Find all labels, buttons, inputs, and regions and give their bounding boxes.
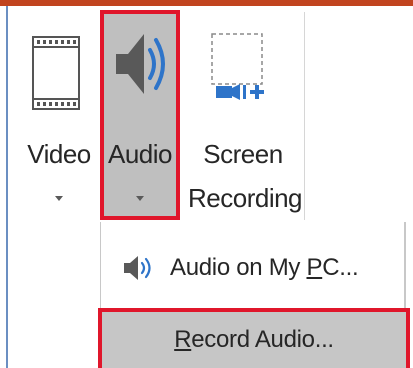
ribbon-group-separator xyxy=(304,12,305,220)
video-button-label: Video xyxy=(27,139,91,169)
screen-recording-label-line2: Recording xyxy=(188,183,303,213)
menu-item-label: Record Audio... xyxy=(174,326,334,353)
video-button[interactable]: Video xyxy=(22,10,96,220)
screen-recording-icon xyxy=(210,32,266,117)
menu-item-audio-on-my-pc[interactable]: Audio on My PC... xyxy=(102,236,404,300)
title-bar-strip xyxy=(0,0,413,6)
audio-button-label: Audio xyxy=(108,139,173,169)
film-strip-icon xyxy=(32,36,80,115)
screen-recording-label-line1: Screen xyxy=(203,139,283,169)
menu-item-label: Audio on My PC... xyxy=(170,254,359,281)
chevron-down-icon xyxy=(136,196,144,201)
speaker-icon xyxy=(122,253,156,283)
speaker-icon xyxy=(112,24,172,109)
audio-button[interactable]: Audio xyxy=(100,10,180,220)
window-left-border xyxy=(6,6,8,368)
chevron-down-icon xyxy=(55,196,63,201)
screen-recording-button[interactable]: Screen Recording xyxy=(188,10,303,220)
menu-item-record-audio[interactable]: Record Audio... xyxy=(98,308,410,368)
